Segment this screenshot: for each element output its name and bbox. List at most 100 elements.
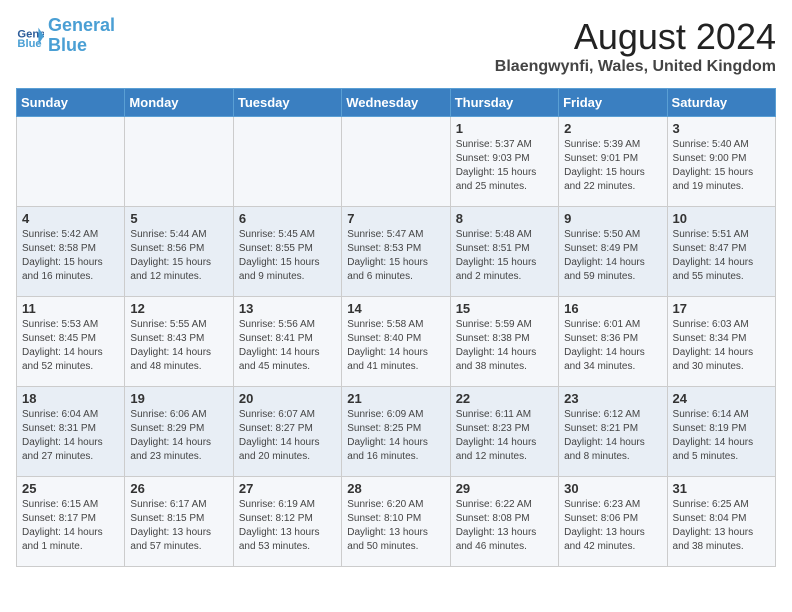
calendar-cell: 21Sunrise: 6:09 AM Sunset: 8:25 PM Dayli… [342,387,450,477]
day-info: Sunrise: 5:45 AM Sunset: 8:55 PM Dayligh… [239,228,336,284]
calendar-week-row: 25Sunrise: 6:15 AM Sunset: 8:17 PM Dayli… [17,477,776,567]
calendar-cell: 23 Sunrise: 6:12 AM Sunset: 8:21 PM Dayli… [559,387,667,477]
day-info: Sunrise: 6:15 AM Sunset: 8:17 PM Dayligh… [22,498,119,554]
day-info: Sunrise: 6:04 AM Sunset: 8:31 PM Dayligh… [22,408,119,464]
calendar-cell [125,117,233,207]
day-info: Sunrise: 6:23 AM Sunset: 8:06 PM Dayligh… [564,498,661,554]
calendar-cell: 29 Sunrise: 6:22 AM Sunset: 8:08 PM Dayli… [450,477,558,567]
day-number: 20 [239,391,336,406]
day-info: Sunrise: 6:03 AM Sunset: 8:34 PM Dayligh… [673,318,770,374]
day-info: Sunrise: 5:48 AM Sunset: 8:51 PM Dayligh… [456,228,553,284]
day-number: 28 [347,481,444,496]
calendar-cell: 6Sunrise: 5:45 AM Sunset: 8:55 PM Daylig… [233,207,341,297]
day-info: Sunrise: 6:06 AM Sunset: 8:29 PM Dayligh… [130,408,227,464]
calendar-cell: 15Sunrise: 5:59 AM Sunset: 8:38 PM Dayli… [450,297,558,387]
day-header-monday: Monday [125,89,233,117]
calendar-week-row: 18 Sunrise: 6:04 AM Sunset: 8:31 PM Dayli… [17,387,776,477]
calendar-cell: 5Sunrise: 5:44 AM Sunset: 8:56 PM Daylig… [125,207,233,297]
day-info: Sunrise: 5:51 AM Sunset: 8:47 PM Dayligh… [673,228,770,284]
calendar-cell: 20 Sunrise: 6:07 AM Sunset: 8:27 PM Dayli… [233,387,341,477]
day-number: 2 [564,121,661,136]
day-header-wednesday: Wednesday [342,89,450,117]
calendar-cell: 12 Sunrise: 5:55 AM Sunset: 8:43 PM Dayli… [125,297,233,387]
day-number: 27 [239,481,336,496]
day-info: Sunrise: 5:44 AM Sunset: 8:56 PM Dayligh… [130,228,227,284]
day-number: 3 [673,121,770,136]
day-info: Sunrise: 5:55 AM Sunset: 8:43 PM Dayligh… [130,318,227,374]
calendar-cell: 8Sunrise: 5:48 AM Sunset: 8:51 PM Daylig… [450,207,558,297]
logo-icon: General Blue [16,22,44,50]
calendar-cell: 18 Sunrise: 6:04 AM Sunset: 8:31 PM Dayli… [17,387,125,477]
svg-text:Blue: Blue [17,38,41,50]
calendar-week-row: 1 Sunrise: 5:37 AM Sunset: 9:03 PM Daylig… [17,117,776,207]
calendar-cell: 28Sunrise: 6:20 AM Sunset: 8:10 PM Dayli… [342,477,450,567]
day-info: Sunrise: 6:11 AM Sunset: 8:23 PM Dayligh… [456,408,553,464]
calendar-cell: 27 Sunrise: 6:19 AM Sunset: 8:12 PM Dayli… [233,477,341,567]
day-number: 31 [673,481,770,496]
day-number: 30 [564,481,661,496]
calendar-cell: 25Sunrise: 6:15 AM Sunset: 8:17 PM Dayli… [17,477,125,567]
calendar-cell: 22 Sunrise: 6:11 AM Sunset: 8:23 PM Dayli… [450,387,558,477]
calendar-cell: 10 Sunrise: 5:51 AM Sunset: 8:47 PM Dayli… [667,207,775,297]
calendar-cell: 17 Sunrise: 6:03 AM Sunset: 8:34 PM Dayli… [667,297,775,387]
day-number: 15 [456,301,553,316]
day-number: 24 [673,391,770,406]
calendar-cell: 2Sunrise: 5:39 AM Sunset: 9:01 PM Daylig… [559,117,667,207]
day-info: Sunrise: 6:09 AM Sunset: 8:25 PM Dayligh… [347,408,444,464]
day-header-tuesday: Tuesday [233,89,341,117]
day-number: 23 [564,391,661,406]
logo-line1: General [48,15,115,35]
day-header-saturday: Saturday [667,89,775,117]
calendar-cell: 31 Sunrise: 6:25 AM Sunset: 8:04 PM Dayli… [667,477,775,567]
calendar-table: SundayMondayTuesdayWednesdayThursdayFrid… [16,88,776,567]
day-number: 26 [130,481,227,496]
day-number: 14 [347,301,444,316]
logo-line2: Blue [48,35,87,55]
day-number: 12 [130,301,227,316]
logo-text: General Blue [48,16,115,56]
subtitle: Blaengwynfi, Wales, United Kingdom [495,58,776,76]
day-header-thursday: Thursday [450,89,558,117]
calendar-cell: 9Sunrise: 5:50 AM Sunset: 8:49 PM Daylig… [559,207,667,297]
day-info: Sunrise: 6:01 AM Sunset: 8:36 PM Dayligh… [564,318,661,374]
calendar-cell: 16 Sunrise: 6:01 AM Sunset: 8:36 PM Dayli… [559,297,667,387]
day-info: Sunrise: 5:53 AM Sunset: 8:45 PM Dayligh… [22,318,119,374]
calendar-week-row: 11Sunrise: 5:53 AM Sunset: 8:45 PM Dayli… [17,297,776,387]
calendar-cell [342,117,450,207]
day-info: Sunrise: 5:40 AM Sunset: 9:00 PM Dayligh… [673,138,770,194]
title-area: August 2024 Blaengwynfi, Wales, United K… [495,16,776,76]
calendar-cell [17,117,125,207]
day-info: Sunrise: 6:07 AM Sunset: 8:27 PM Dayligh… [239,408,336,464]
calendar-header-row: SundayMondayTuesdayWednesdayThursdayFrid… [17,89,776,117]
day-number: 18 [22,391,119,406]
day-info: Sunrise: 5:56 AM Sunset: 8:41 PM Dayligh… [239,318,336,374]
day-number: 10 [673,211,770,226]
day-info: Sunrise: 6:25 AM Sunset: 8:04 PM Dayligh… [673,498,770,554]
day-number: 29 [456,481,553,496]
day-number: 17 [673,301,770,316]
day-number: 19 [130,391,227,406]
day-number: 9 [564,211,661,226]
day-info: Sunrise: 6:19 AM Sunset: 8:12 PM Dayligh… [239,498,336,554]
day-number: 16 [564,301,661,316]
day-info: Sunrise: 6:17 AM Sunset: 8:15 PM Dayligh… [130,498,227,554]
calendar-cell [233,117,341,207]
day-number: 4 [22,211,119,226]
day-info: Sunrise: 6:14 AM Sunset: 8:19 PM Dayligh… [673,408,770,464]
day-number: 22 [456,391,553,406]
day-header-sunday: Sunday [17,89,125,117]
main-title: August 2024 [495,16,776,58]
calendar-cell: 1 Sunrise: 5:37 AM Sunset: 9:03 PM Daylig… [450,117,558,207]
day-info: Sunrise: 5:42 AM Sunset: 8:58 PM Dayligh… [22,228,119,284]
calendar-cell: 13Sunrise: 5:56 AM Sunset: 8:41 PM Dayli… [233,297,341,387]
calendar-cell: 3 Sunrise: 5:40 AM Sunset: 9:00 PM Daylig… [667,117,775,207]
day-info: Sunrise: 5:37 AM Sunset: 9:03 PM Dayligh… [456,138,553,194]
day-header-friday: Friday [559,89,667,117]
day-info: Sunrise: 6:12 AM Sunset: 8:21 PM Dayligh… [564,408,661,464]
calendar-cell: 14 Sunrise: 5:58 AM Sunset: 8:40 PM Dayli… [342,297,450,387]
day-number: 1 [456,121,553,136]
calendar-cell: 24 Sunrise: 6:14 AM Sunset: 8:19 PM Dayli… [667,387,775,477]
calendar-cell: 4 Sunrise: 5:42 AM Sunset: 8:58 PM Daylig… [17,207,125,297]
day-info: Sunrise: 6:22 AM Sunset: 8:08 PM Dayligh… [456,498,553,554]
day-info: Sunrise: 5:58 AM Sunset: 8:40 PM Dayligh… [347,318,444,374]
